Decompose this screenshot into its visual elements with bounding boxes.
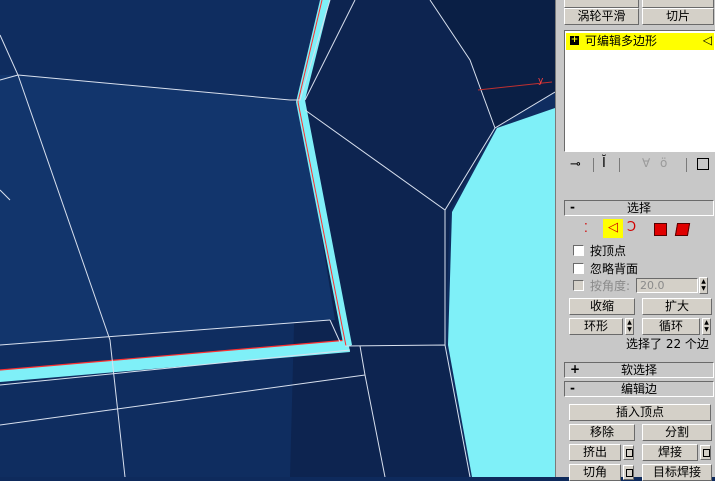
- separator: [686, 158, 687, 172]
- edge-mode-icon: ◁: [702, 33, 712, 47]
- loop-button[interactable]: 循环: [642, 318, 700, 335]
- viewport[interactable]: y: [0, 0, 555, 477]
- remove-button[interactable]: 移除: [569, 424, 635, 441]
- sublevel-icons: ⁚ ◁ Ↄ: [584, 219, 694, 239]
- soft-selection-rollout-header[interactable]: + 软选择: [564, 362, 714, 378]
- slice-button[interactable]: 切片: [642, 8, 714, 25]
- mesh-face-left: [0, 75, 335, 345]
- by-angle-checkbox[interactable]: [573, 280, 584, 291]
- weld-settings-button[interactable]: [700, 445, 711, 460]
- turbosmooth-button[interactable]: 涡轮平滑: [564, 8, 639, 25]
- selection-rollout-header[interactable]: - 选择: [564, 200, 714, 216]
- border-icon[interactable]: Ↄ: [627, 220, 636, 235]
- remove-modifier-icon[interactable]: ö: [660, 156, 667, 170]
- ring-button[interactable]: 环形: [569, 318, 623, 335]
- edge-icon[interactable]: ◁: [603, 219, 623, 238]
- hidden-button-right[interactable]: [642, 0, 714, 8]
- soft-selection-title: 软选择: [620, 363, 657, 377]
- element-icon[interactable]: [674, 223, 691, 236]
- by-vertex-label: 按顶点: [590, 244, 627, 258]
- chamfer-button[interactable]: 切角: [569, 464, 621, 481]
- chamfer-settings-button[interactable]: [623, 465, 634, 480]
- show-end-result-icon[interactable]: Ĭ: [602, 156, 606, 171]
- extrude-button[interactable]: 挤出: [569, 444, 621, 461]
- separator: [619, 158, 620, 172]
- mesh-canvas[interactable]: y: [0, 0, 555, 477]
- pin-stack-icon[interactable]: ⊸: [570, 157, 581, 172]
- vertex-icon[interactable]: ⁚: [584, 221, 588, 235]
- command-panel: 涡轮平滑 切片 + 可编辑多边形 ◁ ⊸ Ĭ ∀ ö - 选择 ⁚ ◁ Ↄ 按顶…: [555, 0, 715, 481]
- ignore-backfacing-checkbox[interactable]: [573, 263, 584, 274]
- loop-spinner[interactable]: ▲ ▼: [702, 318, 711, 335]
- edit-edges-title: 编辑边: [620, 382, 657, 396]
- weld-button[interactable]: 焊接: [642, 444, 698, 461]
- modifier-stack-item-label: 可编辑多边形: [585, 34, 658, 48]
- separator: [593, 158, 594, 172]
- configure-sets-icon[interactable]: [697, 158, 709, 170]
- grow-button[interactable]: 扩大: [642, 298, 712, 315]
- expand-icon[interactable]: +: [570, 36, 579, 45]
- by-angle-label: 按角度:: [590, 279, 631, 293]
- axis-label: y: [538, 76, 544, 86]
- split-button[interactable]: 分割: [642, 424, 712, 441]
- edit-edges-rollout-header[interactable]: - 编辑边: [564, 381, 714, 397]
- extrude-settings-button[interactable]: [623, 445, 634, 460]
- ignore-backfacing-label: 忽略背面: [590, 262, 639, 276]
- ring-spinner[interactable]: ▲ ▼: [625, 318, 634, 335]
- target-weld-button[interactable]: 目标焊接: [642, 464, 712, 481]
- insert-vertex-button[interactable]: 插入顶点: [569, 404, 711, 421]
- hidden-button-left[interactable]: [564, 0, 639, 8]
- modifier-stack-list[interactable]: + 可编辑多边形 ◁: [564, 30, 715, 152]
- selection-status: 选择了 22 个边: [626, 337, 709, 351]
- angle-spinner[interactable]: ▲ ▼: [699, 277, 708, 294]
- shrink-button[interactable]: 收缩: [569, 298, 635, 315]
- modifier-stack-item[interactable]: + 可编辑多边形 ◁: [566, 33, 714, 50]
- by-vertex-checkbox[interactable]: [573, 245, 584, 256]
- polygon-icon[interactable]: [654, 223, 667, 236]
- angle-input[interactable]: 20.0: [636, 278, 698, 293]
- selection-title: 选择: [626, 201, 651, 215]
- make-unique-icon[interactable]: ∀: [642, 156, 650, 170]
- stack-toolbar: ⊸ Ĭ ∀ ö: [564, 155, 715, 177]
